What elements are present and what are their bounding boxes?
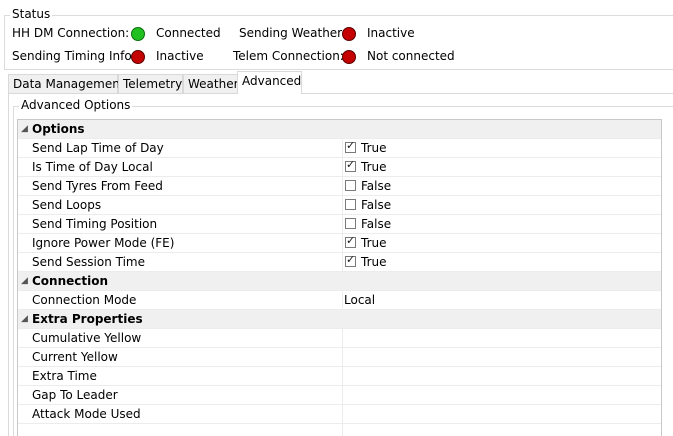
property-value-cell[interactable] [342,386,661,405]
check-icon: ✓ [346,234,356,247]
status-group-title: Status [10,7,53,21]
property-value-cell[interactable]: False [342,215,661,234]
checkbox[interactable] [345,180,356,191]
property-row[interactable]: Send Lap Time of Day ✓ True [18,139,661,158]
category-extra-properties[interactable]: ◢ Extra Properties [18,310,661,329]
property-value-cell[interactable]: ✓ True [342,234,661,253]
property-value: True [361,160,387,174]
property-name: Send Tyres From Feed [32,179,163,193]
property-name: Send Lap Time of Day [32,141,164,155]
property-row[interactable]: Is Time of Day Local ✓ True [18,158,661,177]
hh-dm-connection-label: HH DM Connection: [12,26,130,40]
property-row[interactable]: Cumulative Yellow [18,329,661,348]
sending-timing-info-led-icon [131,50,145,64]
tab-advanced[interactable]: Advanced [237,71,302,94]
telem-connection-label: Telem Connection: [233,49,344,63]
property-row[interactable]: Send Tyres From Feed False [18,177,661,196]
property-name: Is Time of Day Local [32,160,153,174]
telem-connection-led-icon [342,50,356,64]
property-value-cell[interactable] [342,367,661,386]
property-row[interactable]: Gap To Leader [18,386,661,405]
tab-telemetry[interactable]: Telemetry [118,74,183,93]
checkbox[interactable]: ✓ [345,234,356,248]
property-name: Ignore Power Mode (FE) [32,236,175,250]
property-value: Local [344,293,376,307]
property-grid[interactable]: ◢ Options Send Lap Time of Day ✓ True Is… [17,119,662,436]
telem-connection-value: Not connected [367,49,455,63]
property-row[interactable]: Connection Mode Local [18,291,661,310]
tab-data-management[interactable]: Data Management [8,74,125,93]
collapse-triangle-icon[interactable]: ◢ [21,120,28,139]
property-value-cell[interactable]: False [342,177,661,196]
property-value-cell[interactable] [342,329,661,348]
sending-weather-value: Inactive [367,26,415,40]
checkbox[interactable] [345,199,356,210]
checkbox[interactable]: ✓ [345,158,356,172]
property-name: Extra Time [32,369,97,383]
property-value: False [361,217,392,231]
property-row-empty [18,424,661,436]
category-options[interactable]: ◢ Options [18,120,661,139]
property-value-cell[interactable]: ✓ True [342,253,661,272]
property-row[interactable]: Extra Time [18,367,661,386]
category-label: Options [32,122,85,136]
property-value: True [361,255,387,269]
property-value-cell[interactable]: ✓ True [342,139,661,158]
checkbox[interactable]: ✓ [345,253,356,267]
hh-dm-connection-value: Connected [156,26,221,40]
property-name: Send Loops [32,198,102,212]
property-value-cell[interactable] [342,348,661,367]
sending-weather-led-icon [342,27,356,41]
property-name: Cumulative Yellow [32,331,142,345]
property-row[interactable]: Send Session Time ✓ True [18,253,661,272]
property-name: Current Yellow [32,350,118,364]
property-name: Connection Mode [32,293,137,307]
property-row[interactable]: Send Timing Position False [18,215,661,234]
property-row[interactable]: Ignore Power Mode (FE) ✓ True [18,234,661,253]
property-row[interactable]: Current Yellow [18,348,661,367]
property-row[interactable]: Attack Mode Used [18,405,661,424]
property-name: Send Session Time [32,255,146,269]
sending-weather-label: Sending Weather: [239,26,346,40]
category-connection[interactable]: ◢ Connection [18,272,661,291]
tab-weather[interactable]: Weather [183,74,241,93]
check-icon: ✓ [346,158,356,171]
category-label: Extra Properties [32,312,143,326]
sending-timing-info-label: Sending Timing Info: [12,49,136,63]
checkbox[interactable]: ✓ [345,139,356,153]
property-value: False [361,179,392,193]
collapse-triangle-icon[interactable]: ◢ [21,272,28,291]
property-value-cell[interactable]: False [342,196,661,215]
property-value-cell[interactable]: Local [342,291,661,310]
collapse-triangle-icon[interactable]: ◢ [21,310,28,329]
hh-dm-connection-led-icon [131,27,145,41]
property-value: True [361,236,387,250]
advanced-options-title: Advanced Options [19,98,133,112]
property-row[interactable]: Send Loops False [18,196,661,215]
property-value-cell [342,424,661,436]
property-value: True [361,141,387,155]
property-value-cell[interactable]: ✓ True [342,158,661,177]
check-icon: ✓ [346,139,356,152]
checkbox[interactable] [345,218,356,229]
property-name: Attack Mode Used [32,407,141,421]
property-name: Gap To Leader [32,388,118,402]
property-name: Send Timing Position [32,217,158,231]
sending-timing-info-value: Inactive [156,49,204,63]
check-icon: ✓ [346,253,356,266]
property-value-cell[interactable] [342,405,661,424]
category-label: Connection [32,274,109,288]
property-value: False [361,198,392,212]
